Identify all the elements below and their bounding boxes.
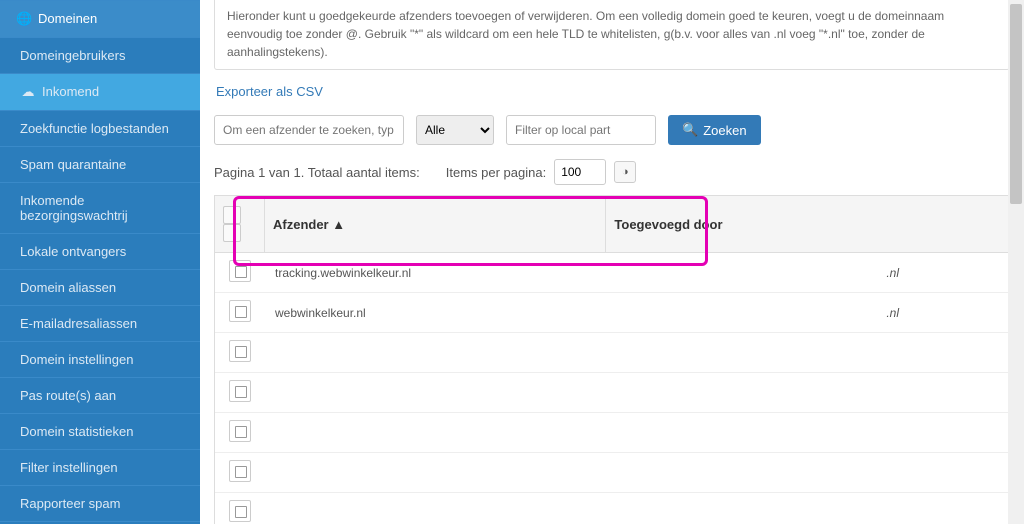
cell-sender: [265, 373, 606, 413]
intro-text: Hieronder kunt u goedgekeurde afzenders …: [214, 0, 1010, 70]
sidebar-item-inkomend[interactable]: ☁ Inkomend: [0, 73, 200, 110]
sidebar-item-lokale-ontvangers[interactable]: Lokale ontvangers: [0, 233, 200, 269]
sidebar-item-rapporteer-spam[interactable]: Rapporteer spam: [0, 485, 200, 521]
cell-sender: [265, 493, 606, 524]
table-row: [215, 373, 1009, 413]
cell-added-by: [606, 493, 1009, 524]
check-circle-icon: ◑: [622, 166, 629, 178]
scrollbar[interactable]: [1008, 0, 1024, 524]
sidebar-item-pas-route-s-aan[interactable]: Pas route(s) aan: [0, 377, 200, 413]
cell-added-by: .nl: [606, 253, 1009, 293]
row-checkbox[interactable]: [229, 260, 251, 282]
cell-added-by: [606, 373, 1009, 413]
sidebar-item-label: Pas route(s) aan: [20, 388, 116, 403]
sidebar: 🌐 Domeinen Domeingebruikers ☁ Inkomend Zoekfu…: [0, 0, 200, 524]
sidebar-item-label: Filter instellingen: [20, 460, 118, 475]
cell-sender: [265, 333, 606, 373]
cell-sender: [265, 453, 606, 493]
filter-select[interactable]: Alle: [416, 115, 494, 145]
cell-added-by: [606, 413, 1009, 453]
senders-table: Afzender ▲ Toegevoegd door tracking.webw…: [214, 195, 1010, 524]
search-toolbar: Alle 🔍 Zoeken: [214, 115, 1010, 145]
sidebar-item-filter-instellingen[interactable]: Filter instellingen: [0, 449, 200, 485]
bulk-actions-header: [215, 196, 265, 253]
bulk-action-icon[interactable]: [223, 224, 241, 242]
row-checkbox[interactable]: [229, 300, 251, 322]
sidebar-item-label: Inkomende bezorgingswachtrij: [20, 193, 128, 223]
row-checkbox[interactable]: [229, 460, 251, 482]
scrollbar-thumb[interactable]: [1010, 4, 1022, 204]
sidebar-item-e-mailadresaliassen[interactable]: E-mailadresaliassen: [0, 305, 200, 341]
per-page-label: Items per pagina:: [446, 165, 546, 180]
sidebar-item-domeinen[interactable]: 🌐 Domeinen: [0, 0, 200, 37]
sidebar-item-inkomende-bezorgingswachtrij[interactable]: Inkomende bezorgingswachtrij: [0, 182, 200, 233]
sidebar-item-label: Domein instellingen: [20, 352, 133, 367]
sidebar-item-domein-statistieken[interactable]: Domein statistieken: [0, 413, 200, 449]
sidebar-item-label: Domein aliassen: [20, 280, 116, 295]
per-page-apply-button[interactable]: ◑: [614, 161, 636, 183]
table-row: [215, 453, 1009, 493]
sidebar-item-label: Domeingebruikers: [20, 48, 126, 63]
search-button-label: Zoeken: [703, 123, 746, 138]
sidebar-item-domein-instellingen[interactable]: Domein instellingen: [0, 341, 200, 377]
col-sender-header[interactable]: Afzender ▲: [265, 196, 606, 253]
localpart-filter-input[interactable]: [506, 115, 656, 145]
col-added-header[interactable]: Toegevoegd door: [606, 196, 1009, 253]
cell-sender: [265, 413, 606, 453]
cloud-icon: ☁: [20, 84, 36, 100]
table-row: [215, 413, 1009, 453]
cell-added-by: [606, 333, 1009, 373]
table-row: [215, 493, 1009, 524]
table-row: tracking.webwinkelkeur.nl.nl: [215, 253, 1009, 293]
cell-added-by: [606, 453, 1009, 493]
row-checkbox[interactable]: [229, 340, 251, 362]
sidebar-item-label: Zoekfunctie logbestanden: [20, 121, 169, 136]
cell-sender: webwinkelkeur.nl: [265, 293, 606, 333]
cell-added-by: .nl: [606, 293, 1009, 333]
sidebar-item-label: Domein statistieken: [20, 424, 133, 439]
row-checkbox[interactable]: [229, 380, 251, 402]
export-row: Exporteer als CSV: [216, 84, 1010, 99]
sidebar-item-domeingebruikers[interactable]: Domeingebruikers: [0, 37, 200, 73]
globe-icon: 🌐: [16, 11, 32, 27]
sidebar-item-label: Inkomend: [42, 84, 99, 99]
sidebar-item-label: Lokale ontvangers: [20, 244, 126, 259]
page-info-text: Pagina 1 van 1. Totaal aantal items:: [214, 165, 420, 180]
export-csv-link[interactable]: Exporteer als CSV: [216, 84, 323, 99]
main-content: Hieronder kunt u goedgekeurde afzenders …: [200, 0, 1024, 524]
sender-search-input[interactable]: [214, 115, 404, 145]
sidebar-item-label: Domeinen: [38, 11, 97, 26]
sidebar-item-zoekfunctie-logbestanden[interactable]: Zoekfunctie logbestanden: [0, 110, 200, 146]
pager-row: Pagina 1 van 1. Totaal aantal items: Ite…: [214, 159, 1010, 185]
row-checkbox[interactable]: [229, 500, 251, 522]
sidebar-item-label: Rapporteer spam: [20, 496, 120, 511]
sidebar-item-spam-quarantaine[interactable]: Spam quarantaine: [0, 146, 200, 182]
per-page-input[interactable]: [554, 159, 606, 185]
cell-sender: tracking.webwinkelkeur.nl: [265, 253, 606, 293]
row-checkbox[interactable]: [229, 420, 251, 442]
sidebar-item-domein-aliassen[interactable]: Domein aliassen: [0, 269, 200, 305]
search-icon: 🔍: [682, 122, 698, 138]
sidebar-item-label: E-mailadresaliassen: [20, 316, 137, 331]
search-button[interactable]: 🔍 Zoeken: [668, 115, 761, 145]
sidebar-item-label: Spam quarantaine: [20, 157, 126, 172]
table-row: webwinkelkeur.nl.nl: [215, 293, 1009, 333]
select-all-icon[interactable]: [223, 206, 241, 224]
table-row: [215, 333, 1009, 373]
